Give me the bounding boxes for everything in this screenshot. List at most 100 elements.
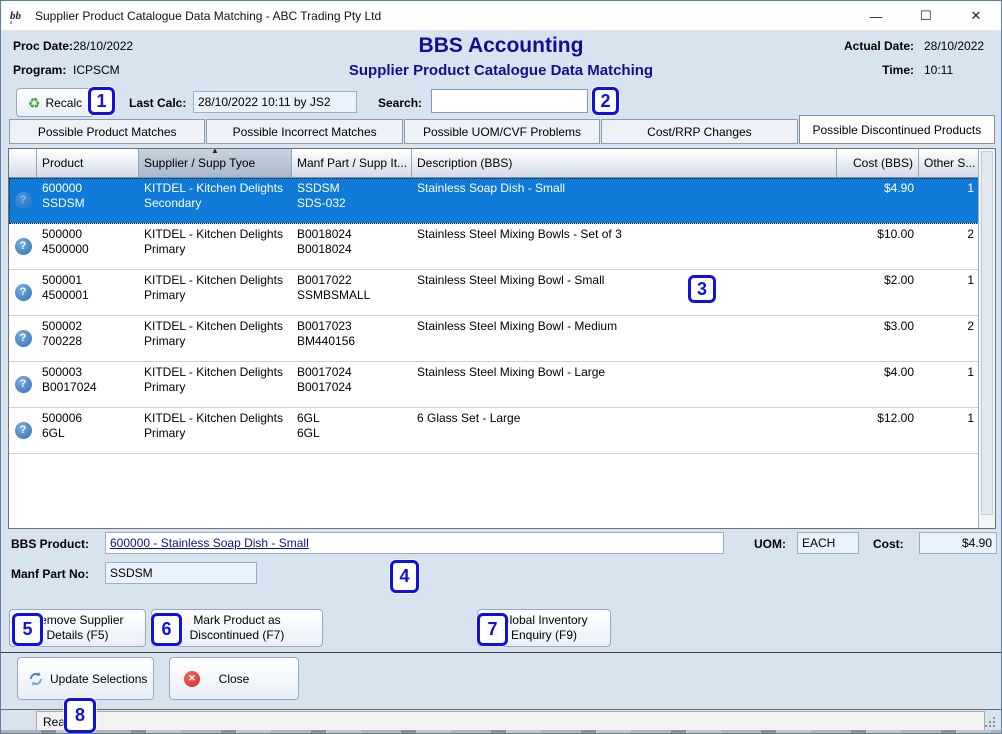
cell-cost: $12.00: [842, 411, 914, 426]
table-row[interactable]: ? 500003B0017024 KITDEL - Kitchen Deligh…: [9, 362, 979, 408]
bbs-product-field[interactable]: 600000 - Stainless Soap Dish - Small: [105, 532, 724, 554]
question-icon: ?: [15, 330, 32, 347]
update-selections-icon: [28, 671, 44, 687]
separator-line: [1, 652, 1001, 653]
question-icon: ?: [15, 422, 32, 439]
question-icon: ?: [15, 238, 32, 255]
cell-product-code: 500000: [42, 227, 134, 242]
cell-cost: $2.00: [842, 273, 914, 288]
search-input[interactable]: [431, 89, 588, 113]
cell-product-alt: 4500000: [42, 242, 134, 257]
annotation-marker-3: 3: [688, 275, 716, 303]
column-header-icon[interactable]: [9, 149, 37, 178]
question-icon: ?: [15, 376, 32, 393]
close-window-button[interactable]: ✕: [951, 1, 1001, 31]
cell-product-alt: 4500001: [42, 288, 134, 303]
cost-label: Cost:: [873, 537, 904, 551]
table-row[interactable]: ? 600000SSDSM KITDEL - Kitchen DelightsS…: [9, 178, 979, 224]
column-header-cost[interactable]: Cost (BBS): [837, 149, 919, 178]
cell-product-code: 500006: [42, 411, 134, 426]
cell-supplier: KITDEL - Kitchen Delights: [144, 273, 287, 288]
recycle-icon: ♻: [28, 96, 41, 110]
annotation-marker-1: 1: [88, 87, 115, 115]
cell-description: Stainless Steel Mixing Bowl - Large: [417, 365, 832, 380]
cell-product-code: 600000: [42, 181, 134, 196]
minimize-button[interactable]: —: [851, 1, 901, 31]
table-row[interactable]: ? 5000004500000 KITDEL - Kitchen Delight…: [9, 224, 979, 270]
cell-cost: $3.00: [842, 319, 914, 334]
cell-other: 1: [924, 273, 974, 288]
title-bar: bb s Supplier Product Catalogue Data Mat…: [1, 1, 1001, 31]
cell-other: 2: [924, 227, 974, 242]
cell-manf-part: B0017022: [297, 273, 407, 288]
question-icon: ?: [15, 284, 32, 301]
tab-possible-uom-cvf-problems[interactable]: Possible UOM/CVF Problems: [404, 119, 600, 144]
uom-field: EACH: [797, 532, 859, 554]
bbs-product-link[interactable]: 600000 - Stainless Soap Dish - Small: [110, 536, 309, 550]
cell-supplier: KITDEL - Kitchen Delights: [144, 227, 287, 242]
cell-product-alt: SSDSM: [42, 196, 134, 211]
cell-supp-type: Primary: [144, 334, 287, 349]
remove-supplier-line1: Remove Supplier: [31, 613, 123, 628]
update-selections-label: Update Selections: [50, 672, 147, 686]
cell-cost: $4.90: [842, 181, 914, 196]
table-row[interactable]: ? 500002700228 KITDEL - Kitchen Delights…: [9, 316, 979, 362]
bbs-product-label: BBS Product:: [11, 537, 89, 551]
close-button[interactable]: ✕ Close: [169, 657, 299, 700]
cell-manf-part: B0018024: [297, 227, 407, 242]
scrollbar-thumb[interactable]: [981, 151, 993, 515]
cell-supp-type: Primary: [144, 426, 287, 441]
cell-supp-item: B0018024: [297, 242, 407, 257]
cell-supp-item: BM440156: [297, 334, 407, 349]
cell-description: Stainless Soap Dish - Small: [417, 181, 832, 196]
desktop-sliver: [1, 730, 1001, 733]
actual-date-label: Actual Date:: [844, 39, 914, 53]
cell-product-code: 500002: [42, 319, 134, 334]
uom-label: UOM:: [754, 537, 786, 551]
grid-body: ? 600000SSDSM KITDEL - Kitchen Delights S…: [9, 178, 979, 528]
annotation-marker-2: 2: [592, 87, 619, 115]
recalc-label: Recalc: [45, 96, 82, 110]
global-inventory-line2: Enquiry (F9): [511, 628, 577, 643]
annotation-marker-4: 4: [390, 560, 419, 593]
resize-grip[interactable]: [993, 725, 995, 727]
update-selections-button[interactable]: Update Selections: [17, 657, 154, 700]
cell-product-alt: 700228: [42, 334, 134, 349]
tab-possible-product-matches[interactable]: Possible Product Matches: [9, 119, 205, 144]
page-subtitle: Supplier Product Catalogue Data Matching: [1, 62, 1001, 79]
column-header-manf-part[interactable]: Manf Part / Supp It...: [292, 149, 412, 178]
time-value: 10:11: [924, 63, 953, 77]
cell-product-code: 500003: [42, 365, 134, 380]
tab-possible-incorrect-matches[interactable]: Possible Incorrect Matches: [206, 119, 402, 144]
sort-ascending-icon: ▲: [211, 149, 219, 155]
global-inventory-line1: Global Inventory: [500, 613, 587, 628]
annotation-marker-7: 7: [477, 613, 508, 646]
cell-manf-part: B0017023: [297, 319, 407, 334]
cell-supplier: KITDEL - Kitchen Delights: [144, 181, 287, 196]
cell-other: 1: [924, 411, 974, 426]
cell-cost: $4.00: [842, 365, 914, 380]
tab-cost-rrp-changes[interactable]: Cost/RRP Changes: [601, 119, 797, 144]
maximize-button[interactable]: ☐: [901, 1, 951, 31]
table-row[interactable]: ? 5000066GL KITDEL - Kitchen DelightsPri…: [9, 408, 979, 454]
cost-field: $4.90: [919, 532, 997, 554]
cell-other: 1: [924, 365, 974, 380]
manf-part-field[interactable]: SSDSM: [105, 562, 257, 584]
column-header-supplier[interactable]: ▲ Supplier / Supp Tyoe: [139, 149, 292, 178]
cell-product-alt: B0017024: [42, 380, 134, 395]
last-calc-field: 28/10/2022 10:11 by JS2: [193, 91, 357, 113]
window-controls: — ☐ ✕: [851, 1, 1001, 31]
discontinue-line1: Mark Product as: [193, 613, 280, 628]
cell-supp-item: SSMBSMALL: [297, 288, 407, 303]
recalc-button[interactable]: ♻ Recalc: [16, 88, 94, 117]
column-header-product[interactable]: Product: [37, 149, 139, 178]
tab-possible-discontinued-products[interactable]: Possible Discontinued Products: [799, 115, 995, 144]
status-separator: [1, 709, 1001, 710]
cell-description: 6 Glass Set - Large: [417, 411, 832, 426]
column-header-description[interactable]: Description (BBS): [412, 149, 837, 178]
table-row[interactable]: ? 5000014500001 KITDEL - Kitchen Delight…: [9, 270, 979, 316]
vertical-scrollbar[interactable]: [978, 149, 995, 528]
actual-date-value: 28/10/2022: [924, 39, 984, 53]
last-calc-label: Last Calc:: [129, 96, 186, 110]
column-header-other[interactable]: Other S...: [919, 149, 979, 178]
